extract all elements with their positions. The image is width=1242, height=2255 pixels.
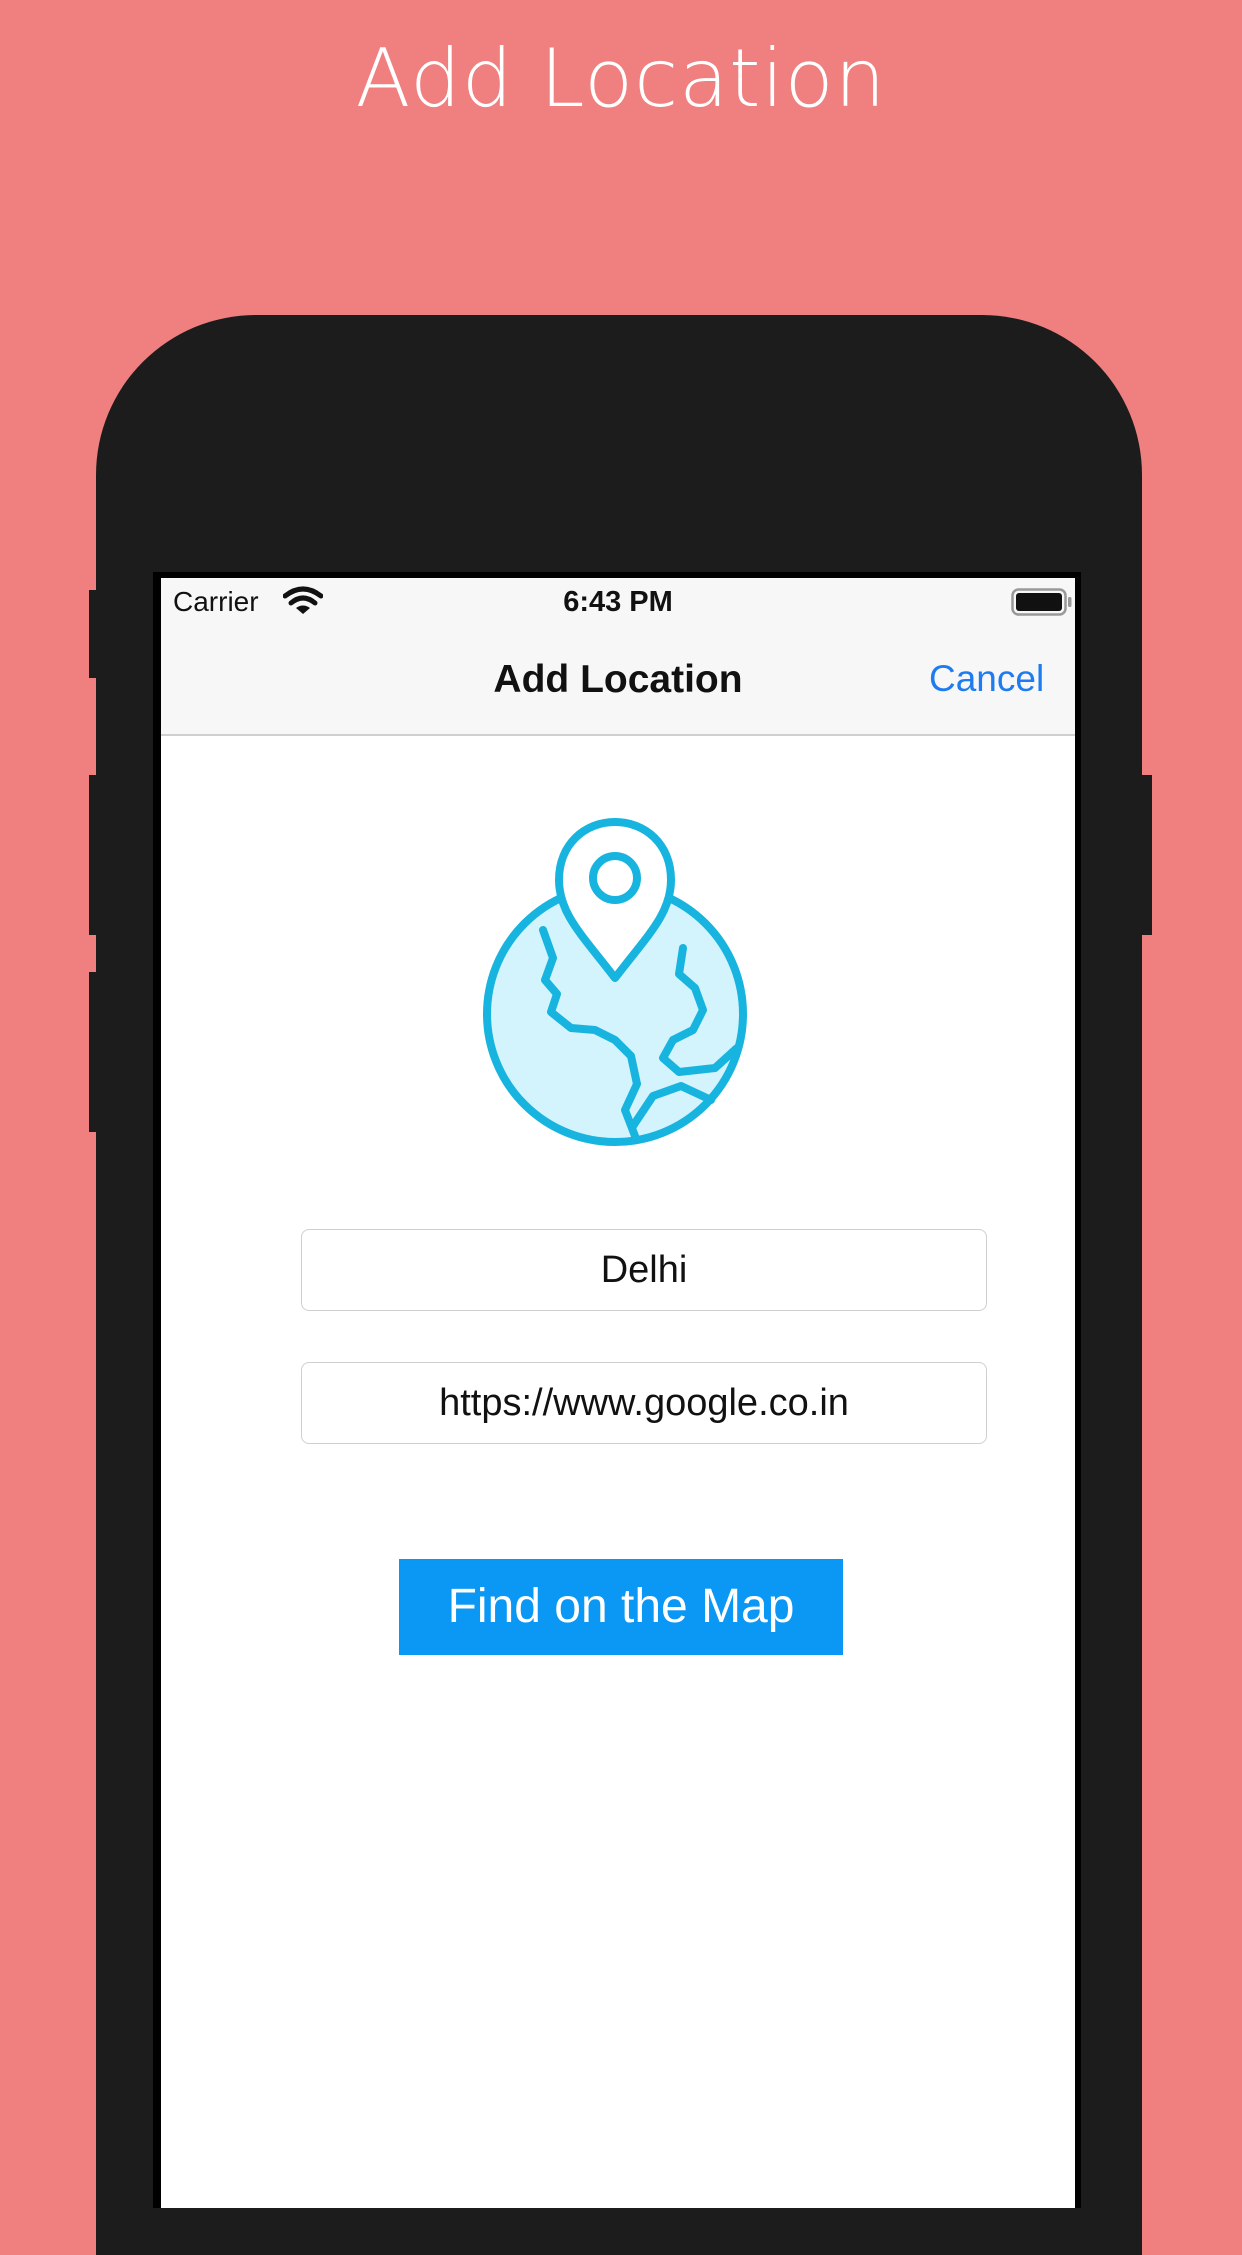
globe-location-icon (483, 818, 753, 1158)
location-name-field[interactable]: Delhi (301, 1229, 987, 1311)
status-bar: Carrier 6:43 PM (161, 578, 1075, 624)
find-on-map-button[interactable]: Find on the Map (399, 1559, 843, 1655)
battery-icon (1011, 588, 1073, 616)
status-time: 6:43 PM (563, 586, 673, 618)
page-caption: Add Location (355, 32, 887, 125)
app-screen: Carrier 6:43 PM Add Location Cancel Delh… (161, 578, 1075, 2208)
phone-screen: Carrier 6:43 PM Add Location Cancel Delh… (153, 572, 1081, 2208)
url-field[interactable]: https://www.google.co.in (301, 1362, 987, 1444)
cancel-button[interactable]: Cancel (929, 658, 1044, 700)
navigation-bar: Carrier 6:43 PM Add Location Cancel (161, 578, 1075, 736)
